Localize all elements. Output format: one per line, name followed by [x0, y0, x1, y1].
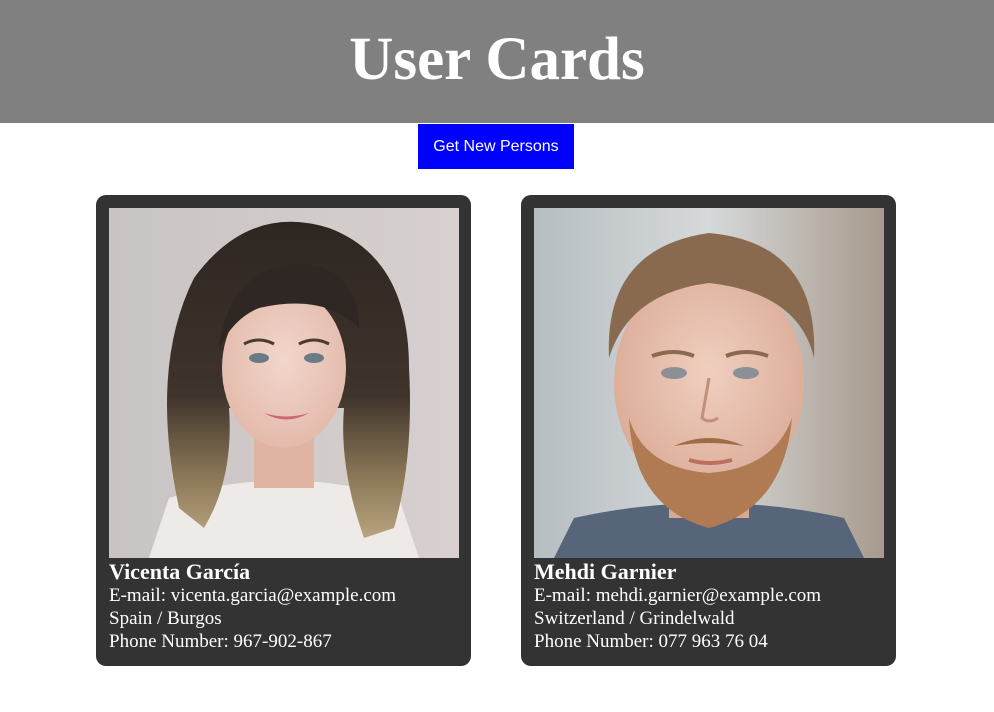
user-phone: Phone Number: 967-902-867 — [109, 631, 332, 652]
user-name: Mehdi Garnier — [534, 559, 677, 584]
user-phone: Phone Number: 077 963 76 04 — [534, 631, 768, 652]
user-photo — [534, 208, 884, 558]
user-name: Vicenta García — [109, 559, 251, 584]
page-header: User Cards — [0, 0, 994, 123]
user-card: Vicenta García E-mail: vicenta.garcia@ex… — [96, 195, 471, 666]
page-title: User Cards — [349, 26, 645, 93]
user-email: E-mail: mehdi.garnier@example.com — [534, 585, 822, 606]
user-email: E-mail: vicenta.garcia@example.com — [109, 585, 397, 606]
user-photo — [109, 208, 459, 558]
user-location: Switzerland / Grindelwald — [534, 608, 735, 629]
user-card: Mehdi Garnier E-mail: mehdi.garnier@exam… — [521, 195, 896, 666]
get-new-persons-button[interactable]: Get New Persons — [418, 124, 574, 169]
user-location: Spain / Burgos — [109, 608, 222, 629]
